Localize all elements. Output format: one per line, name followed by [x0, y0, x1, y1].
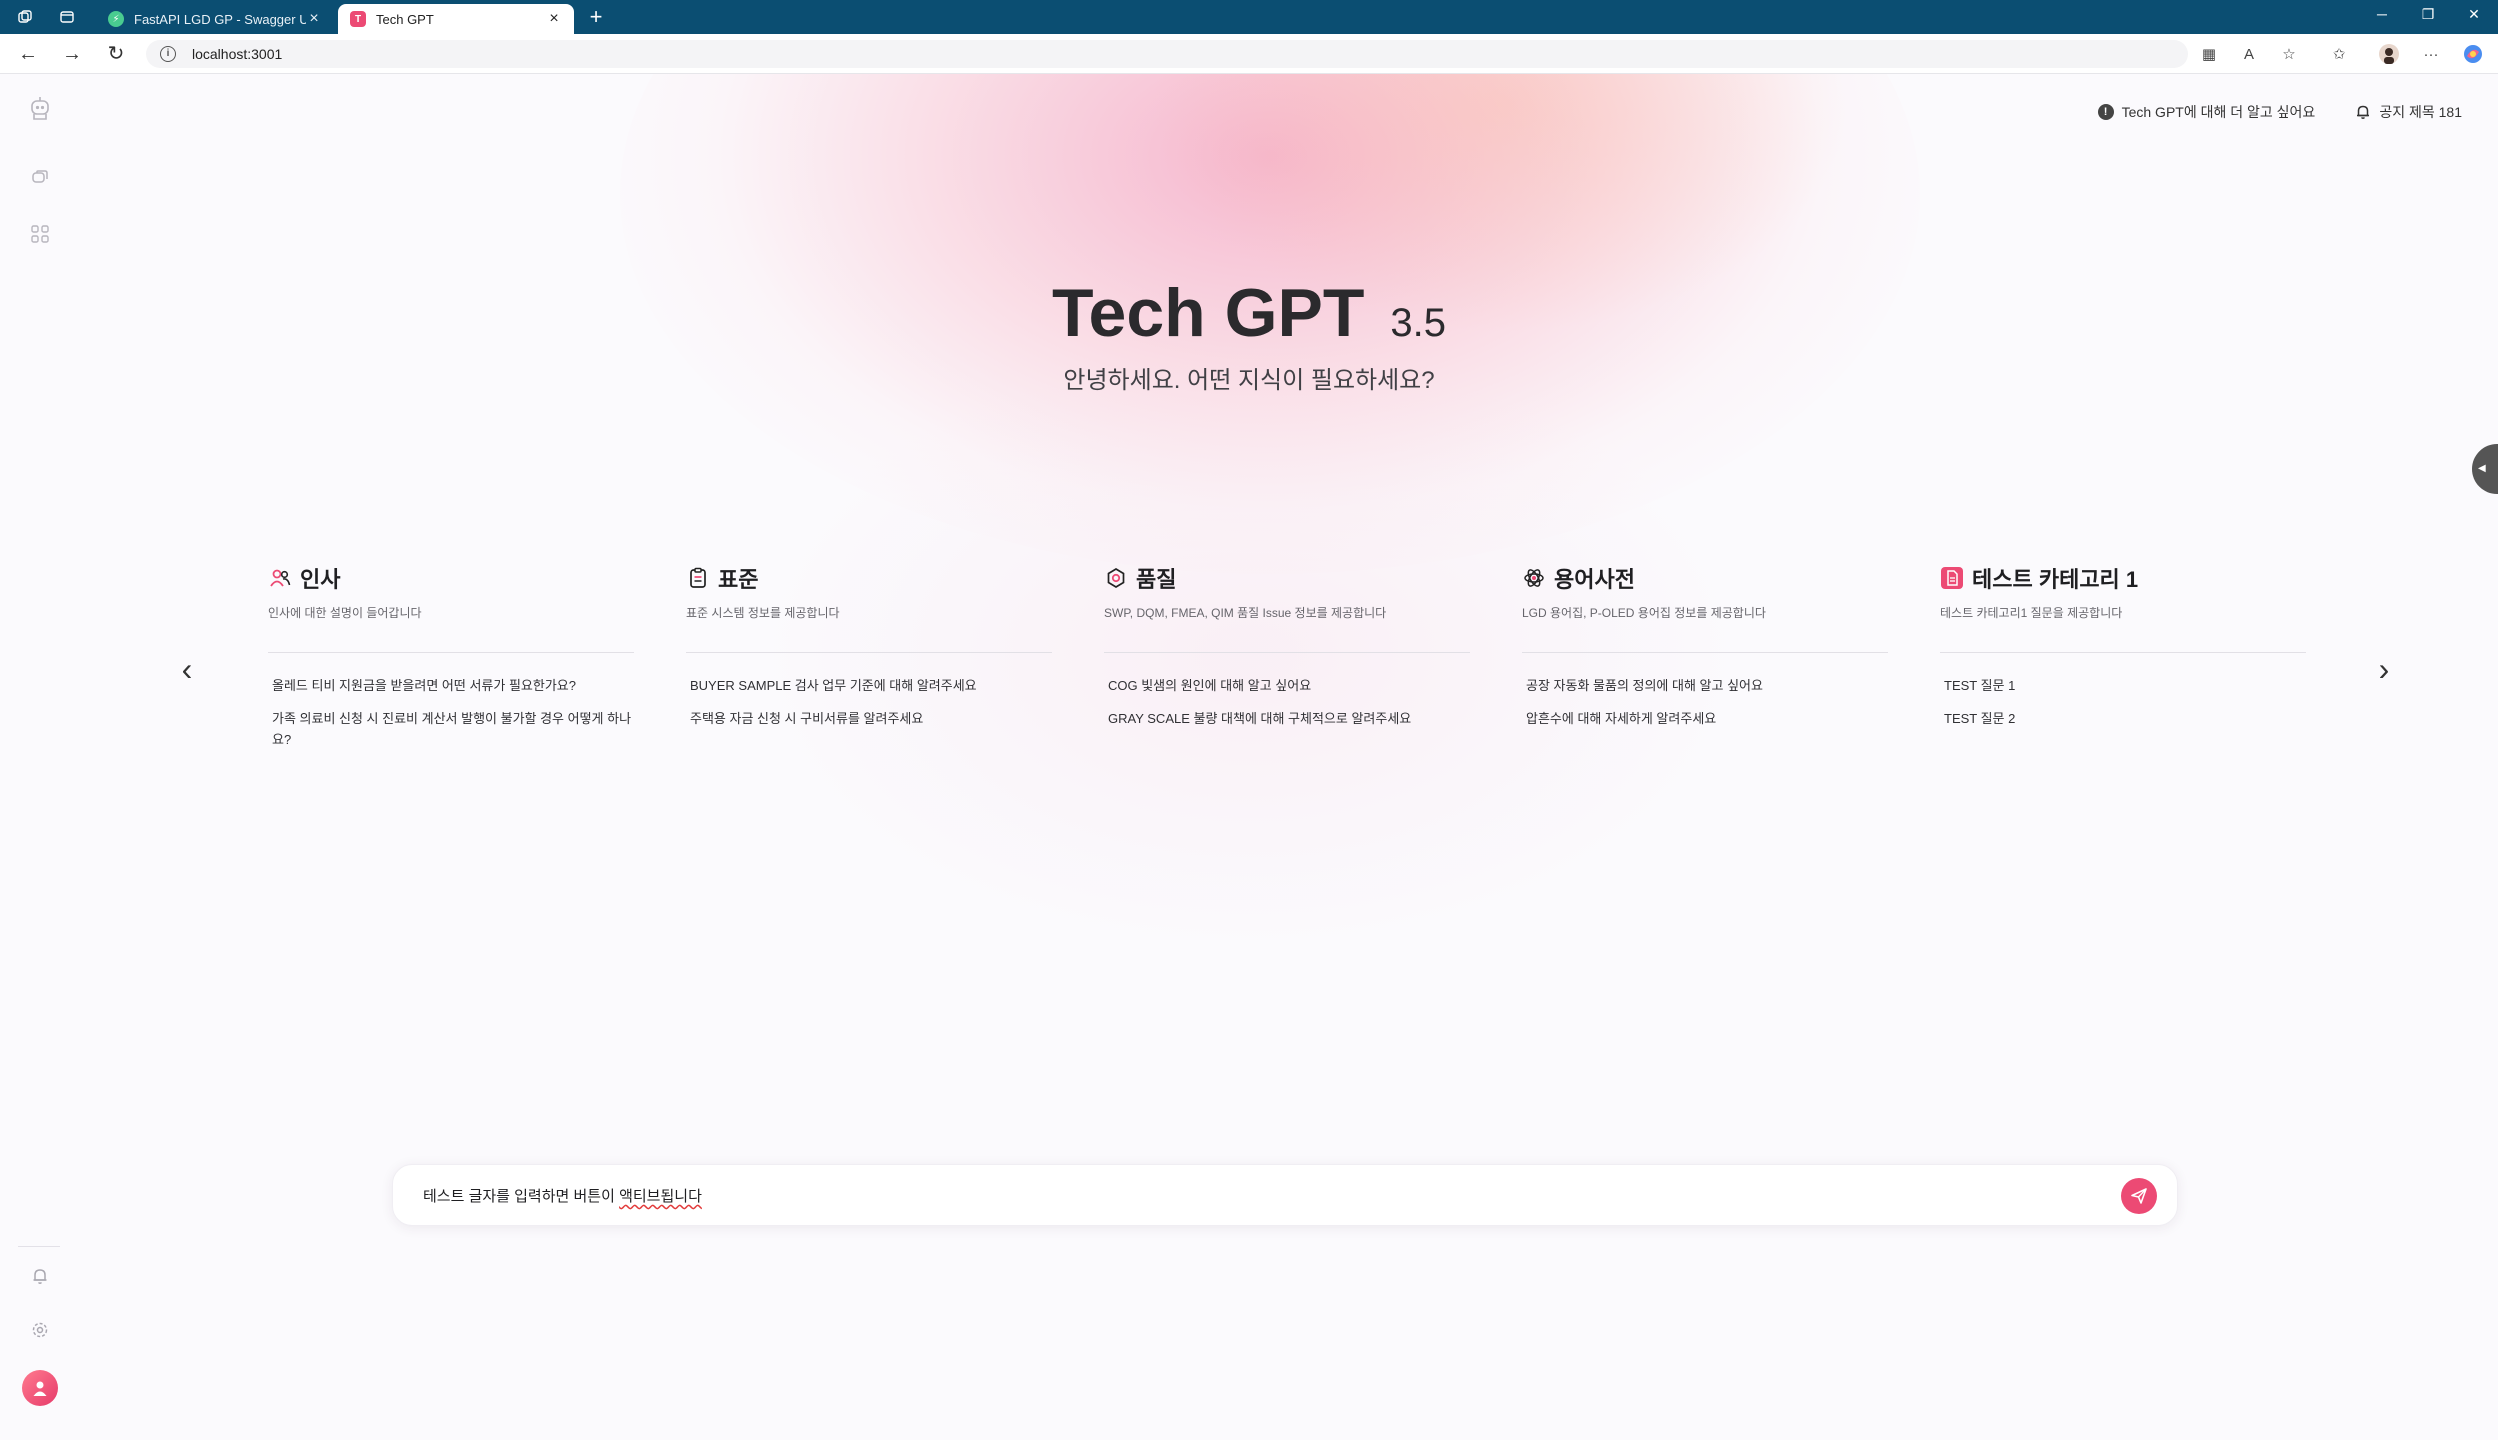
minimize-icon[interactable]: ─	[2370, 6, 2394, 22]
hero: Tech GPT 3.5 안녕하세요. 어떤 지식이 필요하세요?	[0, 274, 2498, 395]
copilot-icon[interactable]	[2462, 44, 2484, 66]
site-info-icon[interactable]: i	[160, 46, 176, 62]
sidebar-divider	[18, 1246, 60, 1247]
notice-link-text: 공지 제목 181	[2379, 104, 2462, 120]
category-name: 품질	[1136, 567, 1177, 592]
address-toolbar: ← → ↻ i localhost:3001 ▦ A ☆ ✩ ···	[0, 34, 2498, 74]
suggested-question[interactable]: 가족 의료비 신청 시 진료비 계산서 발행이 불가할 경우 어떻게 하나요?	[268, 708, 634, 750]
category-header[interactable]: 용어사전	[1522, 562, 1888, 594]
document-icon	[1940, 566, 1964, 590]
category-card: 품질 SWP, DQM, FMEA, QIM 품질 Issue 정보를 제공합니…	[1104, 562, 1470, 729]
robot-logo-icon[interactable]	[28, 96, 52, 120]
category-description: SWP, DQM, FMEA, QIM 품질 Issue 정보를 제공합니다	[1104, 606, 1387, 620]
apps-icon[interactable]: ▦	[2198, 44, 2220, 66]
carousel-next-icon[interactable]: ›	[2369, 653, 2399, 685]
category-name: 용어사전	[1554, 567, 1635, 592]
chat-input-field[interactable]: 테스트 글자를 입력하면 버튼이 액티브됩니다	[392, 1164, 2178, 1226]
tab-swagger[interactable]: ⚡ FastAPI LGD GP - Swagger UI ×	[96, 4, 334, 34]
profile-avatar-icon[interactable]	[2378, 44, 2400, 66]
side-panel-handle[interactable]: ◀	[2472, 444, 2498, 494]
quality-badge-icon	[1104, 566, 1128, 590]
url-text: localhost:3001	[192, 46, 283, 62]
category-header[interactable]: 테스트 카테고리 1	[1940, 562, 2306, 594]
category-divider	[268, 652, 634, 653]
workspaces-icon[interactable]	[14, 6, 36, 28]
about-link-text: Tech GPT에 대해 더 알고 싶어요	[2121, 104, 2316, 120]
atom-icon	[1522, 566, 1546, 590]
app-title: Tech GPT	[1052, 275, 1365, 351]
send-icon	[2131, 1188, 2147, 1204]
category-divider	[686, 652, 1052, 653]
restore-icon[interactable]: ❐	[2416, 6, 2440, 23]
carousel-prev-icon[interactable]: ‹	[172, 653, 202, 685]
swagger-favicon-icon: ⚡	[108, 11, 124, 27]
back-icon[interactable]: ←	[16, 43, 40, 65]
category-header[interactable]: 품질	[1104, 562, 1470, 594]
user-avatar[interactable]	[22, 1370, 58, 1406]
suggested-question[interactable]: BUYER SAMPLE 검사 업무 기준에 대해 알려주세요	[686, 675, 1052, 696]
category-divider	[1940, 652, 2306, 653]
notification-bell-icon[interactable]	[28, 1264, 52, 1288]
suggested-question[interactable]: 주택용 자금 신청 시 구비서류를 알려주세요	[686, 708, 1052, 729]
category-name: 표준	[718, 567, 759, 592]
people-icon	[268, 566, 292, 590]
app-main: ! Tech GPT에 대해 더 알고 싶어요 공지 제목 181 Tech G…	[0, 74, 2498, 1440]
clipboard-icon	[686, 566, 710, 590]
window-close-icon[interactable]: ✕	[2462, 6, 2486, 23]
category-description: 표준 시스템 정보를 제공합니다	[686, 606, 840, 620]
category-description: 테스트 카테고리1 질문을 제공합니다	[1940, 606, 2123, 620]
apps-grid-icon[interactable]	[28, 222, 52, 246]
chat-input-misspelled-word: 액티브됩니다	[619, 1188, 702, 1205]
hero-title: Tech GPT 3.5	[1052, 274, 1446, 352]
forward-icon[interactable]: →	[60, 43, 84, 65]
category-card: 인사 인사에 대한 설명이 들어갑니다 올레드 티비 지원금을 받을려면 어떤 …	[268, 562, 634, 750]
category-header[interactable]: 인사	[268, 562, 634, 594]
send-button[interactable]	[2121, 1178, 2157, 1214]
suggested-question[interactable]: TEST 질문 2	[1940, 708, 2306, 729]
hero-subtitle: 안녕하세요. 어떤 지식이 필요하세요?	[1063, 367, 1435, 394]
app-version: 3.5	[1390, 301, 1446, 345]
settings-gear-icon[interactable]	[28, 1318, 52, 1342]
category-description: LGD 용어집, P-OLED 용어집 정보를 제공합니다	[1522, 606, 1766, 620]
category-name: 인사	[300, 567, 341, 592]
notice-link[interactable]: 공지 제목 181	[2355, 102, 2462, 122]
new-tab-icon[interactable]: +	[584, 6, 608, 30]
top-links: ! Tech GPT에 대해 더 알고 싶어요 공지 제목 181	[2097, 102, 2462, 122]
category-card: 테스트 카테고리 1 테스트 카테고리1 질문을 제공합니다 TEST 질문 1…	[1940, 562, 2306, 729]
techgpt-favicon-icon: T	[350, 11, 366, 27]
chat-history-icon[interactable]	[28, 166, 52, 190]
suggested-question[interactable]: COG 빛샘의 원인에 대해 알고 싶어요	[1104, 675, 1470, 696]
suggested-question[interactable]: TEST 질문 1	[1940, 675, 2306, 696]
suggested-question[interactable]: 공장 자동화 물품의 정의에 대해 알고 싶어요	[1522, 675, 1888, 696]
chat-input-value: 테스트 글자를 입력하면 버튼이	[423, 1188, 620, 1205]
favorites-icon[interactable]: ✩	[2328, 44, 2350, 66]
category-header[interactable]: 표준	[686, 562, 1052, 594]
reload-icon[interactable]: ↻	[104, 43, 128, 65]
suggested-question[interactable]: 올레드 티비 지원금을 받을려면 어떤 서류가 필요한가요?	[268, 675, 634, 696]
category-divider	[1104, 652, 1470, 653]
chat-input-text[interactable]: 테스트 글자를 입력하면 버튼이 액티브됩니다	[423, 1185, 702, 1206]
category-description: 인사에 대한 설명이 들어갑니다	[268, 606, 422, 620]
more-icon[interactable]: ···	[2420, 44, 2442, 66]
browser-tab-bar: ⚡ FastAPI LGD GP - Swagger UI × T Tech G…	[0, 0, 2498, 34]
suggested-question[interactable]: GRAY SCALE 불량 대책에 대해 구체적으로 알려주세요	[1104, 708, 1470, 729]
url-bar[interactable]: i localhost:3001	[146, 40, 2188, 68]
category-card: 용어사전 LGD 용어집, P-OLED 용어집 정보를 제공합니다 공장 자동…	[1522, 562, 1888, 729]
suggested-question[interactable]: 압흔수에 대해 자세하게 알려주세요	[1522, 708, 1888, 729]
category-card: 표준 표준 시스템 정보를 제공합니다 BUYER SAMPLE 검사 업무 기…	[686, 562, 1052, 729]
category-divider	[1522, 652, 1888, 653]
tab-actions-icon[interactable]	[56, 6, 78, 28]
tab-title: Tech GPT	[376, 11, 434, 27]
tab-title: FastAPI LGD GP - Swagger UI	[134, 11, 306, 27]
about-techgpt-link[interactable]: ! Tech GPT에 대해 더 알고 싶어요	[2097, 102, 2316, 122]
category-name: 테스트 카테고리 1	[1972, 567, 2139, 592]
close-icon[interactable]: ×	[306, 11, 322, 27]
bell-icon	[2357, 105, 2370, 119]
close-icon[interactable]: ×	[546, 11, 562, 27]
favorite-star-icon[interactable]: ☆	[2278, 44, 2300, 66]
tab-techgpt[interactable]: T Tech GPT ×	[338, 4, 574, 34]
info-icon: !	[2097, 104, 2114, 120]
read-aloud-icon[interactable]: A	[2238, 44, 2260, 66]
